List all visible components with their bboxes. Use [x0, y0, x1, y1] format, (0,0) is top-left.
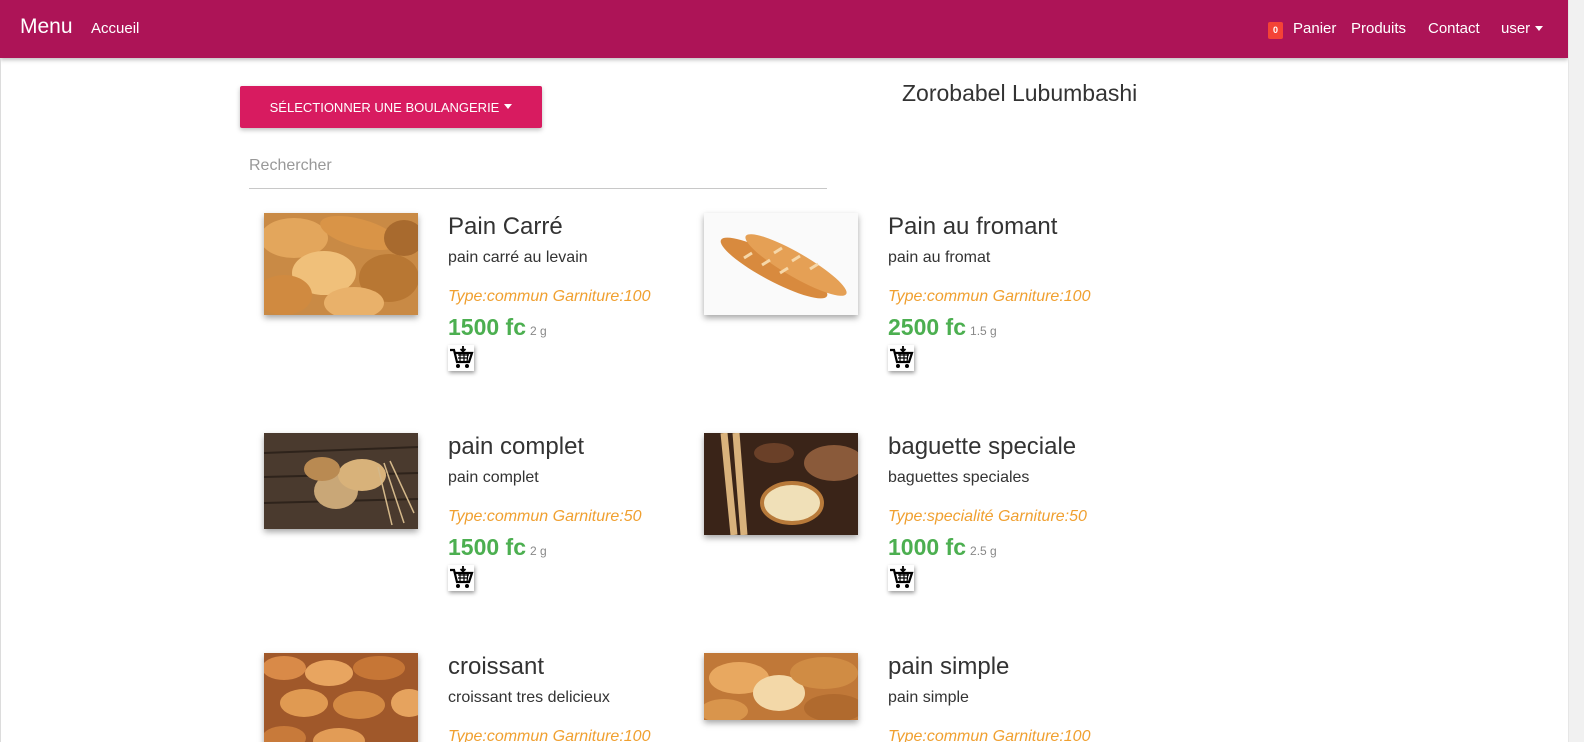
product-price: 1000 fc: [888, 534, 967, 560]
product-type: Type:commun Garniture:100: [448, 288, 651, 305]
add-to-cart-button[interactable]: [888, 565, 914, 591]
search-input[interactable]: [249, 144, 827, 189]
chevron-down-icon: [504, 103, 513, 109]
product-type: Type:commun Garniture:50: [448, 508, 642, 525]
nav-home-link[interactable]: Accueil: [91, 20, 139, 37]
bakery-name-title: Zorobabel Lubumbashi: [902, 80, 1138, 106]
product-name[interactable]: baguette speciale: [888, 433, 1076, 461]
product-image[interactable]: [264, 433, 418, 529]
nav-products-link[interactable]: Produits: [1351, 20, 1406, 37]
shopping-cart-icon: [890, 566, 914, 588]
product-description: pain complet: [448, 469, 539, 486]
product-price: 2500 fc: [888, 314, 967, 340]
product-weight: 2 g: [530, 324, 547, 338]
shopping-cart-icon: [890, 346, 914, 368]
add-to-cart-button[interactable]: [448, 565, 474, 591]
product-image[interactable]: [264, 653, 418, 742]
product-image[interactable]: [704, 213, 858, 315]
product-price: 1500 fc: [448, 534, 527, 560]
user-label: user: [1501, 20, 1531, 37]
product-card: Pain Carré pain carré au levain Type:com…: [264, 213, 704, 413]
product-card: croissant croissant tres delicieux Type:…: [264, 653, 704, 742]
product-card: pain simple pain simple Type:commun Garn…: [704, 653, 1144, 742]
product-type: Type:specialité Garniture:50: [888, 508, 1087, 525]
product-type: Type:commun Garniture:100: [888, 728, 1091, 742]
page-scrollbar[interactable]: [1568, 0, 1584, 742]
menu-brand[interactable]: Menu: [20, 15, 73, 39]
product-price-row: 2500 fc 1.5 g: [888, 314, 997, 341]
product-weight: 2.5 g: [970, 544, 997, 558]
product-card: Pain au fromant pain au fromat Type:comm…: [704, 213, 1144, 413]
product-description: pain carré au levain: [448, 249, 588, 266]
top-navbar: Menu Accueil 0 Panier Produits Contact u…: [0, 0, 1568, 58]
product-image[interactable]: [704, 653, 858, 720]
product-image[interactable]: [704, 433, 858, 535]
shopping-cart-icon: [450, 346, 474, 368]
product-name[interactable]: pain complet: [448, 433, 584, 461]
product-name[interactable]: Pain au fromant: [888, 213, 1057, 241]
product-weight: 2 g: [530, 544, 547, 558]
product-type: Type:commun Garniture:100: [888, 288, 1091, 305]
product-description: pain au fromat: [888, 249, 991, 266]
product-description: pain simple: [888, 689, 969, 706]
chevron-down-icon: [1535, 25, 1544, 31]
add-to-cart-button[interactable]: [448, 345, 474, 371]
nav-cart-link[interactable]: Panier: [1293, 20, 1336, 37]
product-description: baguettes speciales: [888, 469, 1030, 486]
page-left-border: [0, 58, 1, 742]
user-dropdown[interactable]: user: [1501, 20, 1544, 37]
add-to-cart-button[interactable]: [888, 345, 914, 371]
product-name[interactable]: pain simple: [888, 653, 1009, 681]
product-weight: 1.5 g: [970, 324, 997, 338]
product-card: baguette speciale baguettes speciales Ty…: [704, 433, 1144, 633]
product-name[interactable]: Pain Carré: [448, 213, 563, 241]
nav-contact-link[interactable]: Contact: [1428, 20, 1480, 37]
select-bakery-button[interactable]: Sélectionner une boulangerie: [240, 86, 542, 128]
product-price: 1500 fc: [448, 314, 527, 340]
product-name[interactable]: croissant: [448, 653, 544, 681]
product-price-row: 1500 fc 2 g: [448, 314, 547, 341]
product-price-row: 1500 fc 2 g: [448, 534, 547, 561]
product-description: croissant tres delicieux: [448, 689, 610, 706]
product-image[interactable]: [264, 213, 418, 315]
shopping-cart-icon: [450, 566, 474, 588]
product-price-row: 1000 fc 2.5 g: [888, 534, 997, 561]
product-card: pain complet pain complet Type:commun Ga…: [264, 433, 704, 633]
select-bakery-label: Sélectionner une boulangerie: [269, 99, 500, 115]
product-type: Type:commun Garniture:100: [448, 728, 651, 742]
cart-count-badge: 0: [1268, 22, 1283, 39]
